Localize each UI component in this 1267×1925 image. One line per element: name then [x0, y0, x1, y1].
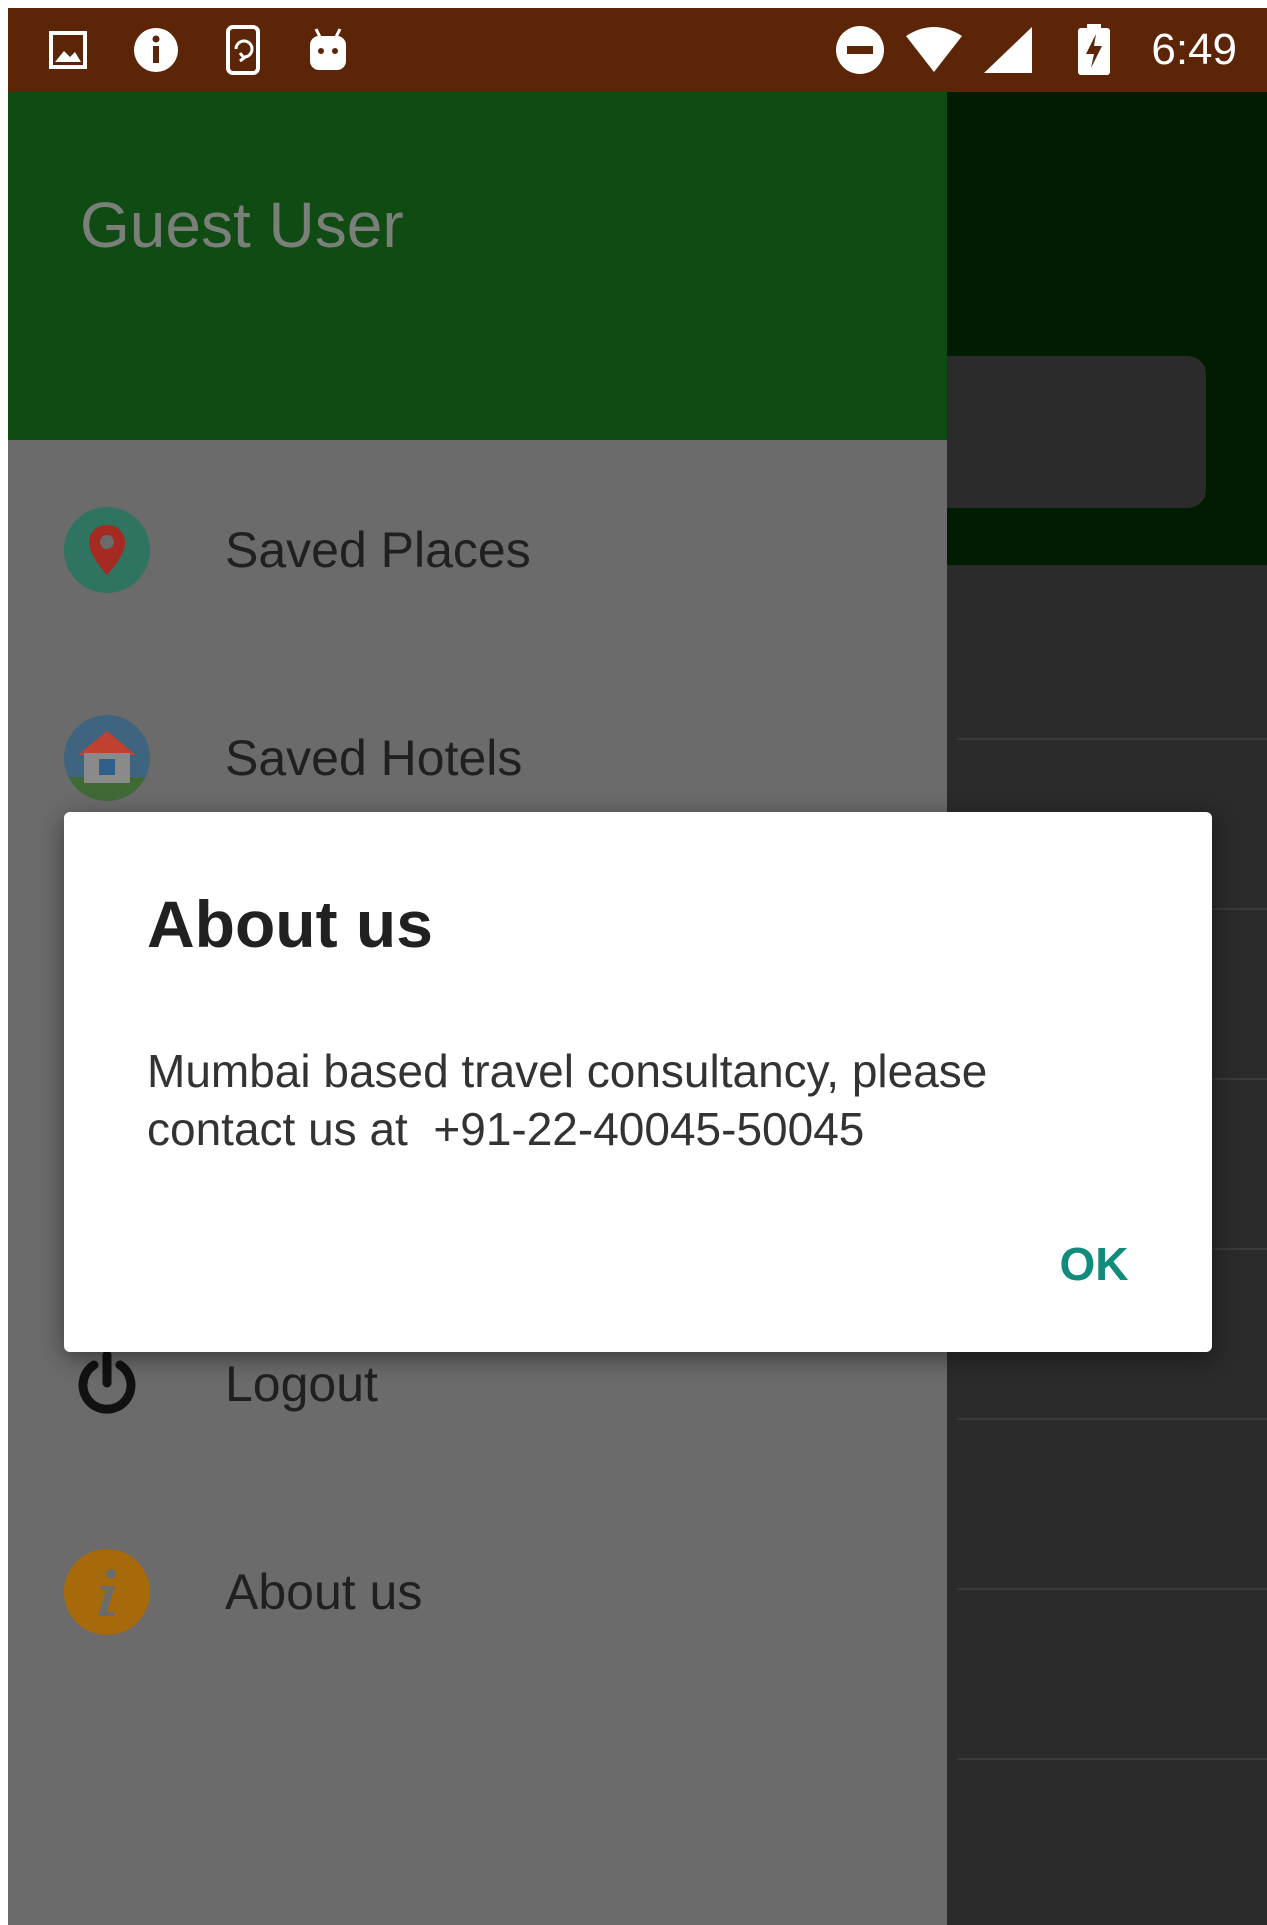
- background-divider: [957, 1418, 1267, 1420]
- hotel-house-icon: [64, 715, 150, 801]
- background-divider: [957, 1588, 1267, 1590]
- dialog-title: About us: [147, 887, 433, 961]
- info-notification-icon: [132, 26, 180, 74]
- phone-screen: 6:49 Guest User Saved Places Saved Hotel…: [8, 8, 1267, 1925]
- menu-item-saved-hotels[interactable]: Saved Hotels: [8, 688, 947, 828]
- image-notification-icon: [46, 26, 90, 74]
- menu-item-about-us[interactable]: About us: [8, 1522, 947, 1662]
- power-icon: [64, 1341, 150, 1427]
- background-divider: [957, 738, 1267, 740]
- drawer-user-name: Guest User: [80, 189, 404, 261]
- background-divider: [957, 1758, 1267, 1760]
- about-us-dialog: About us Mumbai based travel consultancy…: [64, 812, 1212, 1352]
- menu-item-label: About us: [225, 1564, 423, 1620]
- location-pin-icon: [64, 507, 150, 593]
- wifi-icon: [904, 26, 964, 74]
- status-time: 6:49: [1151, 25, 1237, 74]
- android-debug-icon: [304, 26, 352, 74]
- menu-item-saved-places[interactable]: Saved Places: [8, 480, 947, 620]
- menu-item-label: Saved Places: [225, 522, 531, 578]
- menu-item-label: Saved Hotels: [225, 730, 523, 786]
- info-icon: [64, 1549, 150, 1635]
- do-not-disturb-icon: [834, 26, 886, 74]
- cellular-signal-icon: [980, 26, 1036, 74]
- phone-rotate-icon: [220, 25, 268, 75]
- dialog-message: Mumbai based travel consultancy, please …: [147, 1045, 1001, 1155]
- status-bar: 6:49: [8, 8, 1267, 92]
- battery-charging-icon: [1074, 24, 1114, 75]
- drawer-header: Guest User: [8, 92, 947, 440]
- ok-button[interactable]: OK: [1024, 1220, 1164, 1308]
